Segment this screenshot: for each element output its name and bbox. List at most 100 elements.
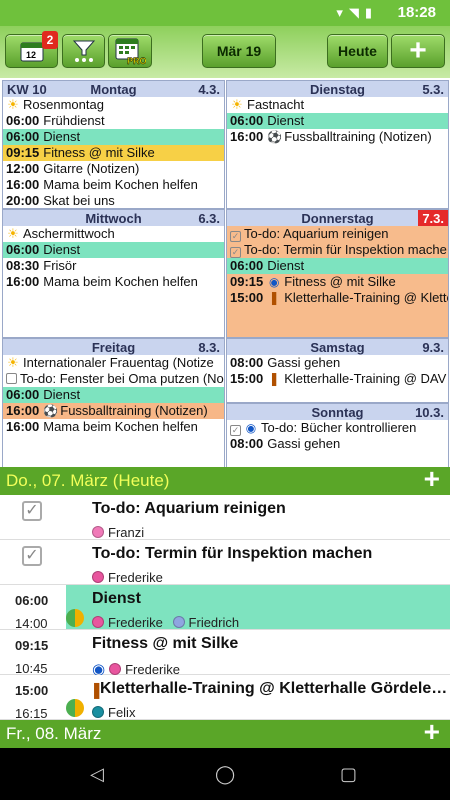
filter-button[interactable] bbox=[62, 34, 105, 68]
event-entry[interactable]: 12:00 Gitarre (Notizen) bbox=[3, 161, 224, 177]
day-name: Freitag bbox=[91, 340, 136, 355]
event-entry[interactable]: 15:00 ❚ Kletterhalle-Training @ Kletterh bbox=[227, 290, 448, 306]
event-entry[interactable]: 06:00 Frühdienst bbox=[3, 113, 224, 129]
event-entry[interactable]: 16:00 Mama beim Kochen helfen bbox=[3, 274, 224, 290]
start-time: 06:00 bbox=[15, 593, 49, 608]
date-picker-button[interactable]: Mär 19 bbox=[202, 34, 276, 68]
day-cell-thursday[interactable]: Donnerstag 7.3. ✓ To-do: Aquarium reinige… bbox=[226, 209, 449, 338]
event-entry[interactable]: 20:00 Skat bei uns bbox=[3, 193, 224, 208]
event-text: To-do: Bücher kontrollieren bbox=[261, 420, 417, 435]
holiday-entry[interactable]: ☀ Rosenmontag bbox=[3, 97, 224, 113]
day-header: Samstag 9.3. bbox=[227, 339, 448, 355]
day-cell-wednesday[interactable]: Mittwoch 6.3. ☀ Aschermittwoch 06:00 Diens… bbox=[2, 209, 225, 338]
event-entry[interactable]: 15:00 ❚ Kletterhalle-Training @ DAV K bbox=[227, 371, 448, 387]
agenda-item-event[interactable]: 06:00 14:00 Dienst Frederike Friedrich bbox=[0, 585, 450, 631]
agenda-day-header[interactable]: Do., 07. März (Heute) + bbox=[0, 465, 450, 495]
agenda-day-header[interactable]: Fr., 08. März + bbox=[0, 718, 450, 748]
event-entry[interactable]: 08:00 Gassi gehen bbox=[227, 355, 448, 371]
status-icons: ▾◥▮ bbox=[336, 5, 378, 20]
event-text: To-do: Fenster bei Oma putzen (No bbox=[20, 371, 224, 386]
day-date: 9.3. bbox=[422, 340, 444, 355]
today-button[interactable]: Heute bbox=[327, 34, 388, 68]
event-time: 16:00 bbox=[6, 274, 40, 289]
event-entry[interactable]: 06:00 Dienst bbox=[3, 242, 224, 258]
event-entry[interactable]: 06:00 Dienst bbox=[227, 258, 448, 274]
eye-icon: ◉ bbox=[269, 275, 280, 289]
event-text: Skat bei uns bbox=[43, 193, 115, 208]
agenda-item-todo[interactable]: ✓ To-do: Aquarium reinigen Franzi bbox=[0, 495, 450, 540]
item-title: To-do: Aquarium reinigen bbox=[92, 500, 286, 517]
system-nav-bar: ◁ ◯ ▢ bbox=[0, 748, 450, 800]
add-event-day-button[interactable]: + bbox=[424, 718, 440, 746]
todo-entry[interactable]: To-do: Fenster bei Oma putzen (No bbox=[3, 371, 224, 387]
day-date: 5.3. bbox=[422, 82, 444, 97]
person-name: Friedrich bbox=[188, 615, 240, 630]
event-text: Fitness @ mit Silke bbox=[284, 274, 396, 289]
event-time: 15:00 bbox=[230, 290, 264, 305]
end-time: 14:00 bbox=[15, 616, 48, 631]
sun-icon: ☀ bbox=[7, 355, 19, 370]
calendar-overview-button[interactable]: 12 2 bbox=[5, 31, 58, 68]
person-color-dot bbox=[92, 616, 104, 628]
event-entry[interactable]: 06:00 Dienst bbox=[227, 113, 448, 129]
event-time: 06:00 bbox=[6, 129, 40, 144]
day-cell-saturday[interactable]: Samstag 9.3. 08:00 Gassi gehen 15:00 ❚ Klet… bbox=[226, 338, 449, 403]
event-time: 09:15 bbox=[230, 274, 264, 289]
event-text: Mama beim Kochen helfen bbox=[43, 274, 198, 289]
back-icon[interactable]: ◁ bbox=[90, 764, 104, 785]
event-text: Gitarre (Notizen) bbox=[43, 161, 140, 176]
event-time: 06:00 bbox=[6, 242, 40, 257]
event-time: 06:00 bbox=[6, 387, 40, 402]
checkbox-icon[interactable]: ✓ bbox=[22, 546, 42, 566]
event-entry[interactable]: 08:00 Gassi gehen bbox=[227, 436, 448, 452]
event-entry[interactable]: 06:00 Dienst bbox=[3, 387, 224, 403]
day-cell-monday[interactable]: KW 10 Montag 4.3. ☀ Rosenmontag 06:00 Früh… bbox=[2, 80, 225, 209]
day-cell-tuesday[interactable]: Dienstag 5.3. ☀ Fastnacht 06:00 Dienst 16:… bbox=[226, 80, 449, 209]
holiday-entry[interactable]: ☀ Fastnacht bbox=[227, 97, 448, 113]
climbing-icon: ❚ bbox=[90, 682, 104, 699]
event-time: 16:00 bbox=[230, 129, 264, 144]
person-color-dot bbox=[172, 616, 185, 628]
event-text: Fitness @ mit Silke bbox=[43, 145, 155, 160]
event-entry[interactable]: 09:15 ◉ Fitness @ mit Silke bbox=[227, 274, 448, 290]
add-event-button[interactable]: + bbox=[391, 34, 445, 68]
checkbox-icon[interactable]: ✓ bbox=[22, 501, 42, 521]
event-entry[interactable]: 06:00 Dienst bbox=[3, 129, 224, 145]
event-text: Mama beim Kochen helfen bbox=[43, 419, 198, 434]
person-name: Frederike bbox=[108, 570, 163, 585]
event-text: Internationaler Frauentag (Notize bbox=[23, 355, 214, 370]
pro-calendar-button[interactable]: PRO bbox=[108, 34, 152, 68]
event-entry[interactable]: 16:00 ⚽ Fussballtraining (Notizen) bbox=[3, 403, 224, 419]
sun-icon: ☀ bbox=[7, 97, 19, 112]
event-entry[interactable]: 09:15 Fitness @ mit Silke bbox=[3, 145, 224, 161]
day-header: Dienstag 5.3. bbox=[227, 81, 448, 97]
agenda-item-todo[interactable]: ✓ To-do: Termin für Inspektion machen Fr… bbox=[0, 540, 450, 585]
climbing-icon: ❚ bbox=[268, 290, 280, 305]
agenda-item-event[interactable]: 09:15 10:45 Fitness @ mit Silke ◉ Frederi… bbox=[0, 630, 450, 678]
event-time: 12:00 bbox=[6, 161, 40, 176]
event-time: 16:00 bbox=[6, 177, 40, 192]
holiday-entry[interactable]: ☀ Internationaler Frauentag (Notize bbox=[3, 355, 224, 371]
event-text: Mama beim Kochen helfen bbox=[43, 177, 198, 192]
event-entry[interactable]: 08:30 Frisör bbox=[3, 258, 224, 274]
todo-entry[interactable]: ✓ ◉ To-do: Bücher kontrollieren bbox=[227, 420, 448, 436]
climbing-icon: ❚ bbox=[268, 371, 280, 386]
event-entry[interactable]: 16:00 Mama beim Kochen helfen bbox=[3, 177, 224, 193]
event-entry[interactable]: 16:00 ⚽ Fussballtraining (Notizen) bbox=[227, 129, 448, 145]
svg-text:PRO: PRO bbox=[127, 56, 146, 65]
add-event-day-button[interactable]: + bbox=[424, 465, 440, 493]
agenda-item-event[interactable]: 15:00 16:15 ❚ Kletterhalle-Training @ Kle… bbox=[0, 675, 450, 721]
home-icon[interactable]: ◯ bbox=[215, 764, 235, 785]
holiday-entry[interactable]: ☀ Aschermittwoch bbox=[3, 226, 224, 242]
checkbox-icon bbox=[6, 373, 17, 384]
event-entry[interactable]: 16:00 Mama beim Kochen helfen bbox=[3, 419, 224, 435]
recents-icon[interactable]: ▢ bbox=[340, 764, 357, 785]
end-time: 10:45 bbox=[15, 661, 48, 676]
todo-entry[interactable]: ✓ To-do: Aquarium reinigen bbox=[227, 226, 448, 242]
todo-entry[interactable]: ✓ To-do: Termin für Inspektion mache bbox=[227, 242, 448, 258]
item-title: Dienst bbox=[92, 590, 141, 607]
status-time: 18:28 bbox=[397, 4, 436, 21]
person-color-dot bbox=[92, 571, 104, 583]
event-time: 08:00 bbox=[230, 355, 264, 370]
event-text: Fussballtraining (Notizen) bbox=[284, 129, 432, 144]
